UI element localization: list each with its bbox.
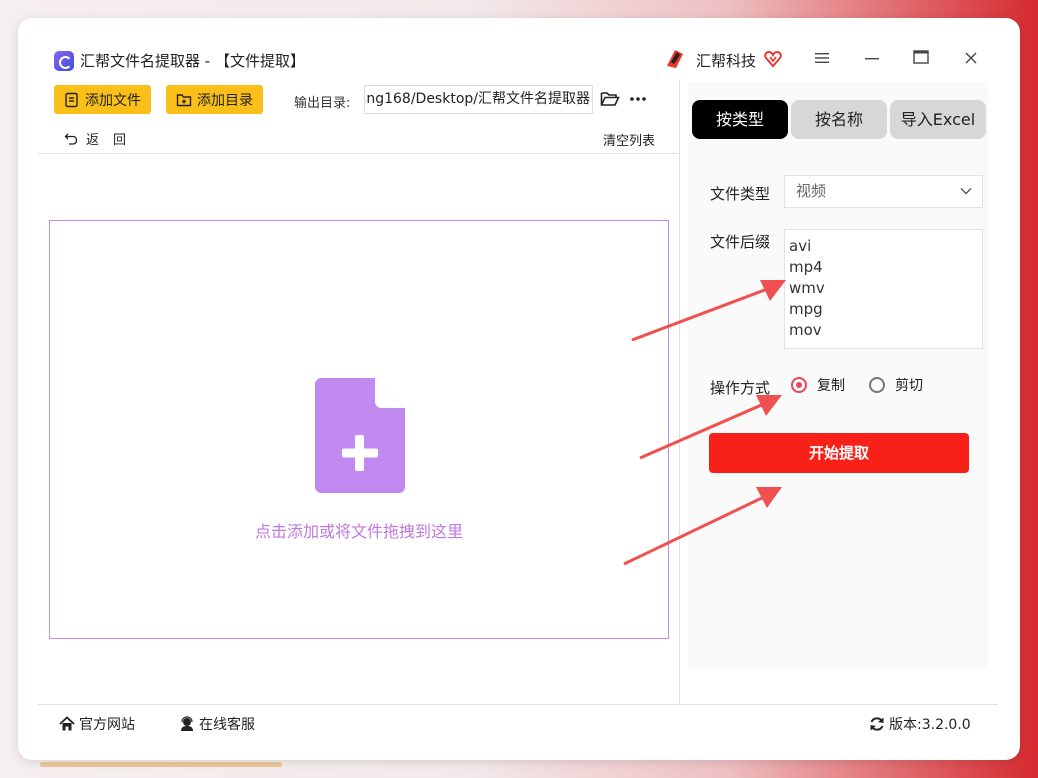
vip-heart-icon[interactable] — [764, 50, 782, 68]
radio-copy[interactable]: 复制 — [791, 375, 845, 395]
extension-line: mp4 — [789, 258, 823, 276]
tab-by-type[interactable]: 按类型 — [692, 100, 788, 139]
more-options-icon[interactable] — [628, 90, 648, 108]
extension-line: avi — [789, 237, 812, 255]
add-file-large-icon — [315, 378, 405, 493]
toolbar-divider — [38, 153, 678, 154]
panel-divider — [679, 80, 680, 704]
output-dir-field[interactable]: C:/Users/huibang168/Desktop/汇帮文件名提取器 — [364, 85, 593, 114]
output-dir-label: 输出目录: — [294, 96, 351, 111]
version-label: 版本:3.2.0.0 — [889, 717, 971, 733]
maximize-icon — [913, 50, 929, 64]
back-label: 返回 — [86, 133, 141, 148]
customer-service-icon — [181, 716, 193, 731]
online-service-label: 在线客服 — [199, 717, 255, 733]
brand-logo-icon — [667, 50, 683, 68]
footer-divider — [38, 704, 998, 705]
tab-by-name[interactable]: 按名称 — [791, 100, 887, 139]
window-title: 汇帮文件名提取器 - 【文件提取】 — [80, 52, 305, 70]
operation-label: 操作方式 — [710, 379, 771, 397]
radio-cut-label: 剪切 — [895, 378, 923, 394]
add-folder-icon — [176, 93, 192, 106]
maximize-button[interactable] — [907, 46, 935, 72]
file-drop-zone[interactable]: 点击添加或将文件拖拽到这里 — [49, 220, 669, 639]
file-type-label: 文件类型 — [710, 185, 771, 203]
app-logo-icon — [54, 51, 74, 71]
add-file-label: 添加文件 — [85, 92, 141, 109]
file-type-value: 视频 — [796, 182, 827, 200]
radio-selected-icon — [791, 377, 807, 393]
home-icon — [59, 716, 75, 731]
add-directory-label: 添加目录 — [197, 92, 253, 109]
close-icon — [965, 52, 977, 64]
official-site-link[interactable]: 官方网站 — [59, 714, 135, 734]
add-directory-button[interactable]: 添加目录 — [166, 85, 263, 114]
extension-line: wmv — [789, 279, 825, 297]
close-button[interactable] — [957, 46, 985, 72]
hamburger-icon — [815, 53, 829, 63]
extension-line: mpg — [789, 300, 823, 318]
open-folder-icon[interactable] — [600, 90, 620, 108]
menu-button[interactable] — [808, 46, 836, 72]
clear-list-button[interactable]: 清空列表 — [603, 130, 655, 149]
official-site-label: 官方网站 — [79, 717, 135, 733]
taskbar-strip — [40, 762, 282, 767]
online-service-link[interactable]: 在线客服 — [179, 714, 255, 734]
drop-hint-text: 点击添加或将文件拖拽到这里 — [254, 522, 463, 541]
extension-line: mov — [789, 321, 822, 339]
minimize-icon — [865, 58, 879, 60]
version-info[interactable]: 版本:3.2.0.0 — [869, 714, 971, 734]
add-file-icon — [65, 92, 78, 107]
undo-icon — [64, 133, 78, 145]
refresh-icon — [870, 717, 884, 731]
start-extract-button[interactable]: 开始提取 — [709, 433, 969, 473]
radio-copy-label: 复制 — [817, 378, 845, 394]
file-extension-label: 文件后缀 — [710, 233, 771, 251]
add-file-button[interactable]: 添加文件 — [54, 85, 151, 114]
back-button[interactable]: 返回 — [64, 129, 140, 148]
file-type-select[interactable]: 视频 — [784, 175, 983, 208]
output-dir-value: C:/Users/huibang168/Desktop/汇帮文件名提取器 — [365, 91, 590, 107]
app-window: 汇帮文件名提取器 - 【文件提取】 汇帮科技 添加文件 添加目录 输出目录: n… — [18, 18, 1020, 760]
chevron-down-icon — [960, 188, 972, 195]
minimize-button[interactable] — [858, 46, 886, 72]
title-bar: 汇帮文件名提取器 - 【文件提取】 汇帮科技 — [18, 18, 1020, 80]
file-extension-textarea[interactable]: avi mp4 wmv mpg mov — [784, 229, 983, 349]
radio-unselected-icon — [869, 377, 885, 393]
brand-name: 汇帮科技 — [696, 52, 757, 70]
radio-cut[interactable]: 剪切 — [869, 375, 923, 395]
tab-import-excel[interactable]: 导入Excel — [890, 100, 986, 139]
